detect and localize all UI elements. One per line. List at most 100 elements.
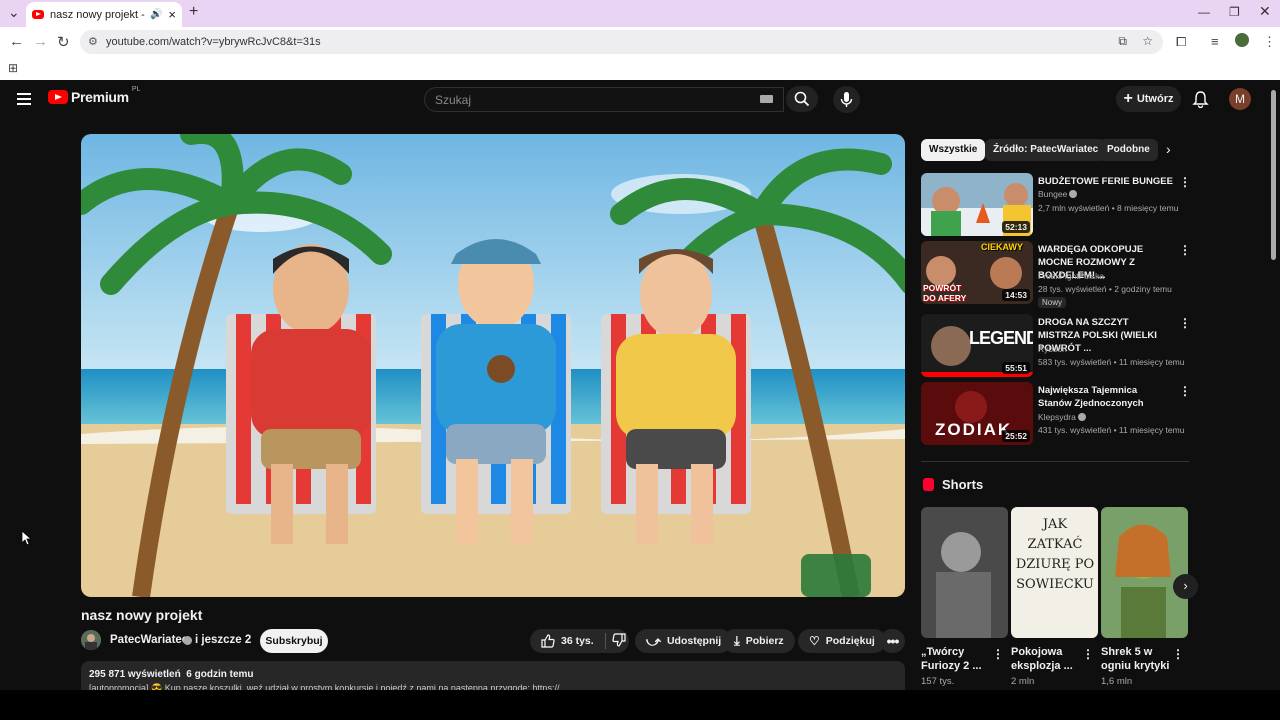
hamburger-menu-icon[interactable] — [17, 93, 31, 105]
short-views: 157 tys. — [921, 676, 955, 687]
microphone-icon — [840, 92, 853, 107]
apps-grid-icon[interactable]: ⊞ — [8, 61, 18, 75]
site-info-icon[interactable]: ⚙ — [88, 35, 98, 48]
tab-search-chevron-icon[interactable]: ⌄ — [8, 4, 20, 21]
short-item[interactable]: „Twórcy Furiozy 2 ... 157 tys. ⋮ — [921, 507, 1008, 687]
close-window-icon[interactable]: ✕ — [1259, 3, 1271, 20]
chip-similar[interactable]: Podobne — [1099, 139, 1158, 161]
short-caption: JAK ZATKAĆ DZIURĘ PO SOWIECKU — [1015, 517, 1095, 592]
share-button[interactable]: ⤻ Udostępnij — [635, 629, 733, 653]
short-title: Shrek 5 w ogniu krytyki — [1101, 646, 1170, 672]
reload-icon[interactable]: ↻ — [57, 33, 70, 51]
thumbs-up-icon — [541, 634, 555, 648]
thumbs-down-icon — [612, 632, 626, 647]
video-frame — [81, 134, 905, 597]
channel-avatar[interactable] — [81, 630, 101, 650]
tab-audio-icon[interactable]: 🔊 — [150, 9, 162, 20]
chrome-menu-icon[interactable]: ⋮ — [1263, 34, 1276, 50]
recommendation-thumbnail[interactable]: CIEKAWY POWRÓT DO AFERY 14:53 — [921, 241, 1033, 304]
recommendation-title: BUDŻETOWE FERIE BUNGEE — [1038, 176, 1173, 187]
short-thumbnail[interactable]: JAK ZATKAĆ DZIURĘ PO SOWIECKU — [1011, 507, 1098, 638]
shorts-logo-icon — [923, 478, 934, 491]
more-options-icon[interactable]: ⋮ — [1179, 175, 1191, 189]
forward-icon[interactable]: → — [33, 33, 48, 50]
profile-icon[interactable] — [1235, 33, 1249, 47]
address-bar[interactable]: ⚙ youtube.com/watch?v=ybrywRcJvC8&t=31s … — [80, 30, 1163, 54]
download-button[interactable]: ⤓ Pobierz — [723, 629, 795, 653]
more-options-icon[interactable]: ⋮ — [1172, 647, 1184, 661]
youtube-logo[interactable]: Premium PL — [48, 85, 141, 105]
create-label: Utwórz — [1136, 93, 1174, 105]
download-label: Pobierz — [745, 635, 784, 647]
recommendation-channel: FreakFightPolska — [1038, 271, 1105, 281]
youtube-page: Premium PL Szukaj + Utwórz M nasz nowy p… — [0, 80, 1280, 693]
recommendation-item[interactable]: ZODIAK 25:52 Największa Tajemnica Stanów… — [921, 382, 1191, 446]
os-taskbar — [0, 690, 1280, 720]
subscribe-button[interactable]: Subskrybuj — [260, 629, 328, 653]
more-options-icon[interactable]: ⋮ — [1179, 243, 1191, 257]
tab-close-icon[interactable]: × — [168, 7, 176, 22]
recommendation-meta: 2,7 mln wyświetleń • 8 miesięcy temu — [1038, 203, 1179, 213]
recommendation-thumbnail[interactable]: LEGENDY 55:51 — [921, 314, 1033, 377]
description-box[interactable]: 295 871 wyświetleń 6 godzin temu [autopr… — [81, 661, 905, 693]
recommendation-thumbnail[interactable]: 52:13 — [921, 173, 1033, 236]
page-scrollbar[interactable] — [1271, 90, 1276, 260]
chip-source[interactable]: Źródło: PatecWariatec — [985, 139, 1107, 161]
like-button[interactable]: 36 tys. — [541, 634, 594, 648]
recommendation-channel: Klepsydra — [1038, 412, 1076, 422]
more-options-icon[interactable]: ⋮ — [1082, 647, 1094, 661]
channel-name[interactable]: PatecWariatec — [110, 634, 188, 646]
like-divider — [604, 633, 606, 649]
duration-badge: 25:52 — [1002, 430, 1030, 442]
thumbnail-caption: ZODIAK — [935, 420, 1013, 439]
chips-next-icon[interactable]: › — [1166, 141, 1171, 157]
extensions-icon[interactable]: ⧠ — [1176, 34, 1186, 50]
thanks-heart-icon: ♡ — [809, 634, 820, 648]
chip-all[interactable]: Wszystkie — [921, 139, 986, 161]
shorts-next-button[interactable]: › — [1173, 574, 1198, 599]
thumbnail-caption-bottom: POWRÓT DO AFERY — [923, 283, 967, 303]
like-dislike-group: 36 tys. — [530, 629, 629, 653]
minimize-icon[interactable]: — — [1198, 5, 1210, 19]
verified-badge-icon — [1077, 413, 1086, 421]
short-item[interactable]: JAK ZATKAĆ DZIURĘ PO SOWIECKU Pokojowa e… — [1011, 507, 1098, 687]
bookmark-star-icon[interactable]: ☆ — [1142, 34, 1153, 48]
bell-icon — [1192, 91, 1209, 109]
back-icon[interactable]: ← — [9, 33, 24, 50]
restore-icon[interactable]: ❐ — [1229, 5, 1240, 19]
recommendation-thumbnail[interactable]: ZODIAK 25:52 — [921, 382, 1033, 445]
short-thumbnail[interactable] — [921, 507, 1008, 638]
duration-badge: 55:51 — [1002, 362, 1030, 374]
new-tab-icon[interactable]: + — [189, 3, 198, 21]
recommendation-item[interactable]: CIEKAWY POWRÓT DO AFERY 14:53 WARDĘGA OD… — [921, 241, 1191, 308]
logo-country: PL — [131, 85, 141, 93]
search-button[interactable] — [786, 86, 818, 112]
account-avatar[interactable]: M — [1229, 88, 1251, 110]
more-actions-button[interactable]: ••• — [880, 629, 905, 653]
install-app-icon[interactable]: ⧉ — [1118, 34, 1127, 49]
browser-tab[interactable]: nasz nowy projekt - YouTube 🔊 × — [26, 2, 182, 27]
voice-search-button[interactable] — [833, 86, 860, 113]
create-button[interactable]: + Utwórz — [1116, 86, 1181, 112]
media-control-icon[interactable]: ≡ — [1211, 34, 1219, 49]
short-views: 1,6 mln — [1101, 676, 1133, 687]
short-thumbnail[interactable] — [1101, 507, 1188, 638]
more-options-icon[interactable]: ⋮ — [1179, 384, 1191, 398]
search-placeholder: Szukaj — [435, 93, 472, 107]
recommendation-item[interactable]: 52:13 BUDŻETOWE FERIE BUNGEE Bungee 2,7 … — [921, 173, 1191, 237]
recommendation-item[interactable]: LEGENDY 55:51 DROGA NA SZCZYT MISTRZA PO… — [921, 314, 1191, 378]
upload-age: 6 godzin temu — [186, 669, 254, 680]
collaborators-link[interactable]: i jeszcze 2 — [195, 634, 251, 646]
short-item[interactable]: Shrek 5 w ogniu krytyki 1,6 mln ⋮ — [1101, 507, 1188, 687]
notifications-button[interactable] — [1192, 90, 1209, 113]
thumbnail-caption-top: CIEKAWY — [981, 242, 1024, 252]
share-label: Udostępnij — [666, 635, 722, 647]
mouse-cursor-icon — [22, 531, 32, 546]
thanks-button[interactable]: ♡ Podziękuj — [798, 629, 886, 653]
more-options-icon[interactable]: ⋮ — [1179, 316, 1191, 330]
search-input[interactable]: Szukaj — [424, 87, 784, 112]
more-options-icon[interactable]: ⋮ — [992, 647, 1004, 661]
keyboard-icon[interactable] — [760, 95, 773, 103]
dislike-button[interactable] — [612, 632, 626, 650]
video-player[interactable] — [81, 134, 905, 597]
